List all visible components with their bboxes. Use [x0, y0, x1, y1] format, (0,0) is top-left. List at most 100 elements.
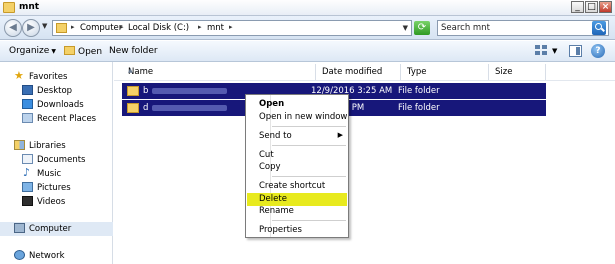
organize-button[interactable]: Organize ▼: [9, 46, 56, 56]
back-button[interactable]: ◀: [4, 19, 22, 37]
nav-label: Libraries: [29, 141, 66, 151]
computer-icon: [14, 223, 25, 233]
music-icon: ♪: [23, 166, 31, 179]
column-label: Date modified: [322, 67, 383, 77]
nav-label: Documents: [37, 155, 86, 165]
downloads-icon: [22, 99, 33, 109]
column-header-size[interactable]: Size: [489, 64, 546, 80]
file-name: b: [143, 86, 149, 96]
nav-desktop[interactable]: Desktop: [0, 84, 113, 98]
search-icon[interactable]: [592, 21, 606, 35]
open-button[interactable]: Open: [64, 46, 102, 57]
column-header-name[interactable]: Name ▲: [122, 64, 316, 80]
preview-pane-icon[interactable]: [569, 45, 582, 57]
chevron-right-icon[interactable]: ▸: [120, 23, 124, 31]
pictures-icon: [22, 182, 33, 192]
column-header-type[interactable]: Type: [401, 64, 489, 80]
title-bar: mnt _ □ ×: [0, 0, 615, 16]
close-button[interactable]: ×: [599, 1, 612, 13]
menu-label: Send to: [259, 131, 292, 141]
nav-network[interactable]: Network: [0, 249, 113, 263]
menu-item-properties[interactable]: Properties: [247, 224, 347, 237]
address-bar-row: ◀ ▶ ▼ ▸ Computer ▸ Local Disk (C:) ▸ mnt…: [0, 16, 615, 40]
minimize-button[interactable]: _: [571, 1, 584, 13]
nav-downloads[interactable]: Downloads: [0, 98, 113, 112]
menu-label: Copy: [259, 162, 281, 172]
menu-item-rename[interactable]: Rename: [247, 205, 347, 218]
column-header-date[interactable]: Date modified: [316, 64, 401, 80]
redacted-text: [152, 88, 227, 94]
nav-computer[interactable]: Computer: [0, 222, 113, 236]
search-placeholder: Search mnt: [441, 23, 490, 33]
menu-label: Rename: [259, 206, 294, 216]
recent-places-icon: [22, 113, 33, 123]
nav-libraries[interactable]: Libraries: [0, 139, 113, 153]
nav-label: Network: [29, 251, 65, 261]
nav-documents[interactable]: Documents: [0, 153, 113, 167]
breadcrumb-computer[interactable]: Computer: [80, 23, 122, 33]
menu-separator: [272, 176, 346, 177]
nav-label: Music: [37, 169, 62, 179]
folder-icon: [127, 86, 139, 96]
star-icon: ★: [14, 69, 24, 82]
column-label: Size: [495, 67, 513, 77]
help-icon[interactable]: ?: [591, 44, 605, 58]
header-divider: [114, 80, 615, 81]
menu-label: Cut: [259, 150, 274, 160]
chevron-down-icon: ▼: [51, 48, 56, 55]
nav-pictures[interactable]: Pictures: [0, 181, 113, 195]
file-list: Name ▲ Date modified Type Size b 12/9/20…: [114, 62, 615, 264]
folder-icon: [3, 2, 15, 13]
nav-label: Downloads: [37, 100, 84, 110]
submenu-arrow-icon: ▶: [337, 131, 343, 139]
nav-favorites[interactable]: ★ Favorites: [0, 70, 113, 84]
desktop-icon: [22, 85, 33, 95]
menu-item-open-new-window[interactable]: Open in new window: [247, 111, 347, 124]
nav-label: Computer: [29, 224, 72, 234]
sort-ascending-icon: ▲: [128, 67, 133, 74]
nav-recent-places[interactable]: Recent Places: [0, 112, 113, 126]
menu-label: Open in new window: [259, 112, 348, 122]
refresh-button[interactable]: ⟳: [414, 21, 430, 35]
nav-label: Favorites: [29, 72, 68, 82]
forward-button[interactable]: ▶: [22, 19, 40, 37]
maximize-button[interactable]: □: [585, 1, 598, 13]
libraries-icon: [14, 140, 25, 150]
documents-icon: [22, 154, 33, 164]
breadcrumb-local-disk[interactable]: Local Disk (C:): [128, 23, 189, 33]
chevron-right-icon[interactable]: ▸: [198, 23, 202, 31]
chevron-right-icon[interactable]: ▸: [229, 23, 233, 31]
chevron-down-icon[interactable]: ▼: [552, 47, 557, 55]
menu-item-create-shortcut[interactable]: Create shortcut: [247, 180, 347, 193]
open-label: Open: [78, 47, 103, 57]
nav-label: Desktop: [37, 86, 73, 96]
menu-label: Open: [259, 99, 285, 109]
context-menu: Open Open in new window Send to ▶ Cut Co…: [245, 94, 349, 238]
address-box[interactable]: ▸ Computer ▸ Local Disk (C:) ▸ mnt ▸ ▼: [52, 20, 412, 36]
menu-item-open[interactable]: Open: [247, 98, 347, 111]
menu-separator: [272, 220, 346, 221]
file-name: d: [143, 103, 149, 113]
view-options-icon[interactable]: [535, 45, 548, 56]
nav-music[interactable]: ♪ Music: [0, 167, 113, 181]
address-dropdown-icon[interactable]: ▼: [403, 24, 408, 32]
redacted-text: [152, 105, 227, 111]
file-type: File folder: [398, 86, 440, 96]
command-bar: Organize ▼ Open New folder ▼ ?: [0, 41, 615, 62]
nav-videos[interactable]: Videos: [0, 195, 113, 209]
menu-item-send-to[interactable]: Send to ▶: [247, 130, 347, 143]
navigation-pane: ★ Favorites Desktop Downloads Recent Pla…: [0, 62, 113, 264]
videos-icon: [22, 196, 33, 206]
menu-item-copy[interactable]: Copy: [247, 161, 347, 174]
menu-separator: [272, 126, 346, 127]
column-label: Type: [407, 67, 427, 77]
open-folder-icon: [64, 46, 75, 55]
nav-label: Videos: [37, 197, 66, 207]
menu-label: Create shortcut: [259, 181, 326, 191]
menu-label: Properties: [259, 225, 302, 235]
search-input[interactable]: Search mnt: [437, 20, 609, 36]
chevron-right-icon[interactable]: ▸: [71, 23, 75, 31]
breadcrumb-mnt[interactable]: mnt: [207, 23, 224, 33]
new-folder-button[interactable]: New folder: [109, 46, 158, 56]
recent-pages-dropdown[interactable]: ▼: [42, 22, 47, 30]
